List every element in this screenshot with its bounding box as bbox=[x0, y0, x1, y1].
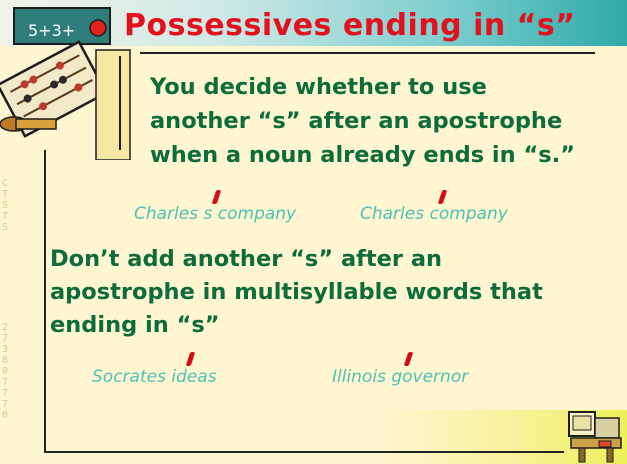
apostrophe-mark bbox=[437, 190, 448, 204]
title-underline bbox=[140, 52, 595, 54]
abacus-clipart-icon: 5+3+ bbox=[0, 7, 131, 160]
example-charles-s-company: Charles s company bbox=[134, 204, 297, 224]
computer-clipart-icon bbox=[568, 411, 622, 463]
slide-title: Possessives ending in “s” bbox=[124, 8, 576, 43]
slide: 5+3+ Possessives ending in “s” CTSTS 273… bbox=[0, 0, 627, 464]
apostrophe-mark bbox=[211, 190, 222, 204]
example-socrates-ideas: Socrates ideas bbox=[92, 367, 217, 387]
bottom-rule bbox=[44, 451, 564, 453]
rule-1-text: You decide whether to use another “s” af… bbox=[150, 74, 576, 168]
side-decoration-text: 273807770 bbox=[2, 322, 9, 421]
apostrophe-mark bbox=[185, 352, 196, 366]
example-charles-company: Charles company bbox=[360, 204, 508, 224]
side-decoration-text: CTSTS bbox=[2, 178, 9, 233]
rule-2-text: Don’t add another “s” after an apostroph… bbox=[50, 246, 543, 338]
svg-text:5+3+: 5+3+ bbox=[28, 21, 75, 40]
example-illinois-governor: Illinois governor bbox=[332, 367, 469, 387]
apostrophe-mark bbox=[403, 352, 414, 366]
left-rule bbox=[44, 150, 46, 452]
